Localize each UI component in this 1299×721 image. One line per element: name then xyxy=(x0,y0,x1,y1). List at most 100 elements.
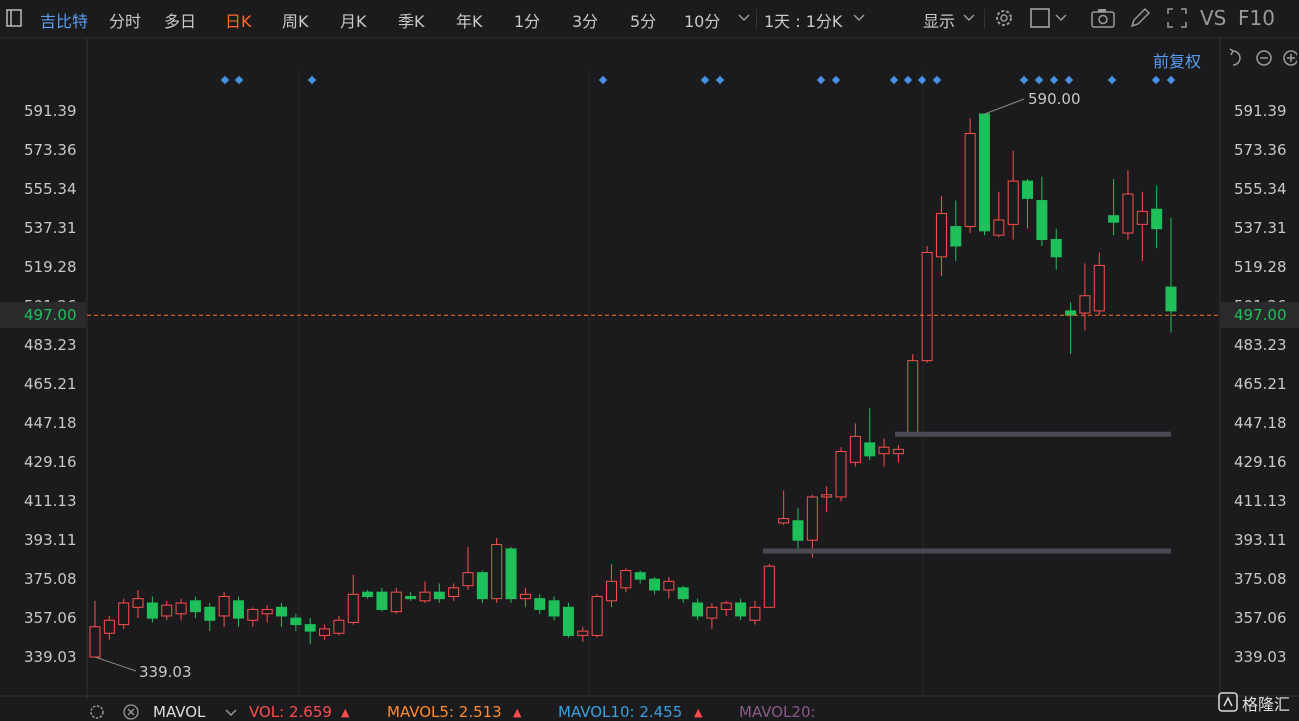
y-tick-label: 555.34 xyxy=(1234,180,1287,198)
y-tick-label: 465.21 xyxy=(24,375,77,393)
candle-body xyxy=(1022,180,1034,199)
candle-body xyxy=(562,606,574,636)
event-marker xyxy=(700,75,710,85)
candle-body xyxy=(247,608,259,621)
candle-body xyxy=(634,572,646,580)
candle-body xyxy=(433,591,445,600)
event-marker xyxy=(1166,75,1176,85)
y-tick-label: 483.23 xyxy=(1234,336,1287,354)
indicator-name[interactable]: MAVOL xyxy=(153,703,205,721)
y-tick-label: 537.31 xyxy=(1234,219,1287,237)
candle-body xyxy=(276,606,288,617)
candle-body xyxy=(735,602,747,617)
up-arrow-icon: ▲ xyxy=(694,706,703,719)
y-tick-label: 447.18 xyxy=(1234,414,1287,432)
candle-body xyxy=(319,628,331,636)
high-leader-line xyxy=(984,98,1025,115)
candle-body xyxy=(964,132,976,228)
candle-body xyxy=(204,606,216,621)
y-tick-label: 591.39 xyxy=(24,102,77,120)
mavol10-value: MAVOL10: 2.455 xyxy=(558,703,683,721)
close-icon[interactable] xyxy=(122,704,140,720)
event-marker xyxy=(831,75,841,85)
candle-body xyxy=(935,213,947,258)
candle-body xyxy=(462,572,474,587)
candle-body xyxy=(132,598,144,608)
vol-value: VOL: 2.659 xyxy=(249,703,332,721)
candle-body xyxy=(390,591,402,613)
event-marker xyxy=(1034,75,1044,85)
y-tick-label: 465.21 xyxy=(1234,375,1287,393)
candle-body xyxy=(950,226,962,247)
candle-body xyxy=(978,113,990,232)
event-marker xyxy=(889,75,899,85)
y-tick-label: 573.36 xyxy=(24,141,77,159)
candle-body xyxy=(1151,208,1163,230)
event-marker xyxy=(220,75,230,85)
candle-body xyxy=(1007,180,1019,225)
candle-body xyxy=(161,604,173,617)
y-tick-label: 573.36 xyxy=(1234,141,1287,159)
current-price-marker-right: 497.00 xyxy=(1220,302,1299,328)
y-tick-label: 357.06 xyxy=(1234,609,1287,627)
event-marker xyxy=(1151,75,1161,85)
y-tick-label: 429.16 xyxy=(1234,453,1287,471)
candle-body xyxy=(232,600,244,619)
event-marker xyxy=(1019,75,1029,85)
candle-body xyxy=(778,518,790,524)
candle-body xyxy=(333,619,345,634)
chevron-down-icon[interactable] xyxy=(224,708,238,718)
y-tick-label: 357.06 xyxy=(24,609,77,627)
candle-body xyxy=(763,565,775,608)
candle-body xyxy=(362,591,374,597)
event-marker xyxy=(1107,75,1117,85)
candle-body xyxy=(103,619,115,634)
candlestick-chart[interactable]: 590.00 339.03 xyxy=(0,0,1299,719)
y-tick-label: 411.13 xyxy=(24,492,77,510)
candle-body xyxy=(218,595,230,617)
settings-icon[interactable] xyxy=(88,704,106,720)
up-arrow-icon: ▲ xyxy=(513,706,522,719)
candle-body xyxy=(921,251,933,362)
mavol5-value: MAVOL5: 2.513 xyxy=(387,703,502,721)
candle-body xyxy=(806,496,818,541)
candle-body xyxy=(261,608,273,615)
candle-body xyxy=(591,595,603,636)
event-marker xyxy=(903,75,913,85)
mavol20-value: MAVOL20: xyxy=(739,703,816,721)
y-tick-label: 519.28 xyxy=(24,258,77,276)
candle-body xyxy=(476,572,488,600)
event-marker xyxy=(932,75,942,85)
candle-body xyxy=(663,580,675,591)
candle-body xyxy=(649,578,661,591)
up-arrow-icon: ▲ xyxy=(341,706,350,719)
candle-body xyxy=(146,602,158,619)
candle-body xyxy=(720,602,732,610)
event-marker xyxy=(816,75,826,85)
candle-body xyxy=(1136,210,1148,225)
low-price-label: 339.03 xyxy=(139,663,192,681)
candle-body xyxy=(347,593,359,623)
candle-body xyxy=(821,494,833,498)
y-tick-label: 375.08 xyxy=(24,570,77,588)
y-tick-label: 339.03 xyxy=(24,648,77,666)
candle-body xyxy=(304,624,316,632)
candle-body xyxy=(405,595,417,600)
candle-body xyxy=(1036,200,1048,240)
y-tick-label: 393.11 xyxy=(24,531,77,549)
candle-body xyxy=(1079,295,1091,314)
candle-body xyxy=(692,602,704,617)
candle-body xyxy=(849,435,861,463)
candle-body xyxy=(118,602,130,626)
candle-body xyxy=(1050,238,1062,258)
candle-body xyxy=(749,606,761,621)
candle-body xyxy=(864,442,876,457)
low-leader-line xyxy=(94,656,137,672)
y-tick-label: 537.31 xyxy=(24,219,77,237)
candle-body xyxy=(419,591,431,602)
candle-body xyxy=(1122,193,1134,234)
candle-body xyxy=(605,580,617,602)
event-marker xyxy=(598,75,608,85)
candle-body xyxy=(491,544,503,600)
candle-body xyxy=(376,591,388,610)
